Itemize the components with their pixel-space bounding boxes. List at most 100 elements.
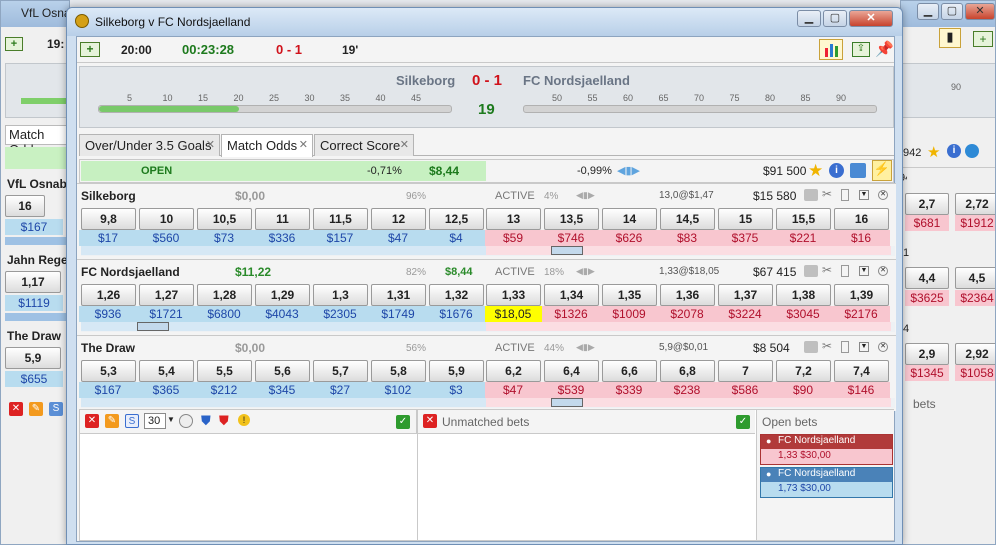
back-odds-cell[interactable]: 10,5 [197, 208, 252, 230]
cancel-all-icon[interactable]: ✕ [85, 414, 99, 428]
back-odds-cell[interactable]: 5,4 [139, 360, 194, 382]
back-odds-cell[interactable]: 1,28 [197, 284, 252, 306]
clock-icon[interactable] [179, 414, 193, 428]
bg-left-odd-cell[interactable]: 5,9 [5, 347, 61, 369]
star-icon[interactable]: ★ [808, 161, 823, 181]
lay-odds-cell[interactable]: 13,5 [544, 208, 599, 230]
open-bet-back[interactable]: ● FC Nordsjaelland 1,73 $30,00 [760, 467, 893, 498]
lay-odds-cell[interactable]: 7 [718, 360, 773, 382]
back-odds-cell[interactable]: 5,3 [81, 360, 136, 382]
chart-icon[interactable]: ▮ [939, 28, 961, 48]
tab-correct-score[interactable]: Correct Score ✕ [314, 134, 414, 156]
back-odds-cell[interactable]: 5,8 [371, 360, 426, 382]
bg-right-odd-cell[interactable]: 2,92 [955, 343, 995, 365]
back-odds-cell[interactable]: 12,5 [429, 208, 484, 230]
collapse-icon[interactable]: ▼ [859, 266, 869, 276]
star-icon[interactable]: ★ [927, 143, 940, 161]
lay-odds-cell[interactable]: 1,34 [544, 284, 599, 306]
back-odds-cell[interactable]: 5,7 [313, 360, 368, 382]
shield-blue-icon[interactable]: ⛊ [201, 413, 211, 429]
bg-right-odd-cell[interactable]: 2,7 [905, 193, 949, 215]
lay-odds-cell[interactable]: 7,2 [776, 360, 831, 382]
tools-icon[interactable]: ✂ [822, 339, 832, 353]
bars-icon[interactable] [841, 265, 849, 277]
close-icon[interactable]: ✕ [9, 402, 23, 416]
lay-odds-cell[interactable]: 15,5 [776, 208, 831, 230]
confirm-icon[interactable]: ✓ [396, 415, 410, 429]
lay-odds-cell[interactable]: 1,35 [602, 284, 657, 306]
lay-odds-cell[interactable]: 6,2 [486, 360, 541, 382]
edit-icon[interactable]: ✎ [29, 402, 43, 416]
back-odds-cell[interactable]: 5,5 [197, 360, 252, 382]
arrows-icon[interactable]: ◀▮▶ [576, 342, 595, 353]
close-runner-icon[interactable]: ✕ [878, 342, 888, 352]
lay-odds-cell[interactable]: 1,33 [486, 284, 541, 306]
add-market-icon[interactable]: + [80, 42, 100, 57]
tab-match-odds[interactable]: Match Odds ✕ [221, 134, 313, 157]
graph-icon[interactable] [804, 341, 818, 353]
lay-odds-cell[interactable]: 13 [486, 208, 541, 230]
tools-icon[interactable]: ✂ [822, 263, 832, 277]
close-button[interactable]: ✕ [965, 3, 995, 20]
close-button[interactable]: ✕ [849, 10, 893, 27]
ladder-marker[interactable] [551, 398, 583, 407]
stake-input[interactable]: 30 [144, 413, 166, 429]
cancel-unmatched-icon[interactable]: ✕ [423, 414, 437, 428]
info-icon[interactable]: i [829, 163, 844, 178]
lightning-icon[interactable]: ⚡ [872, 160, 892, 181]
maximize-button[interactable]: ▢ [941, 3, 963, 20]
close-runner-icon[interactable]: ✕ [878, 190, 888, 200]
lay-odds-cell[interactable]: 16 [834, 208, 889, 230]
back-odds-cell[interactable]: 9,8 [81, 208, 136, 230]
close-tab-icon[interactable]: ✕ [299, 138, 308, 151]
close-tab-icon[interactable]: ✕ [206, 138, 215, 151]
lay-odds-cell[interactable]: 15 [718, 208, 773, 230]
bg-right-odd-cell[interactable]: 4,4 [905, 267, 949, 289]
edit-icon[interactable]: ✎ [105, 414, 119, 428]
arrows-icon[interactable]: ◀▮▶ [576, 190, 595, 201]
minimize-button[interactable]: ▁ [797, 10, 821, 27]
add-icon[interactable]: + [973, 31, 993, 47]
stake-dropdown-icon[interactable]: ▼ [167, 415, 175, 424]
bg-left-odd-cell[interactable]: 16 [5, 195, 45, 217]
lay-odds-cell[interactable]: 6,8 [660, 360, 715, 382]
bg-left-tab[interactable]: Match Odd [5, 125, 69, 157]
back-odds-cell[interactable]: 11,5 [313, 208, 368, 230]
tools-icon[interactable]: ✂ [822, 187, 832, 201]
tab-over-under[interactable]: Over/Under 3.5 Goals ✕ [79, 134, 220, 156]
back-odds-cell[interactable]: 1,32 [429, 284, 484, 306]
graph-icon[interactable] [804, 189, 818, 201]
back-odds-cell[interactable]: 1,26 [81, 284, 136, 306]
arrows-icon[interactable]: ◀▮▶ [576, 266, 595, 277]
close-runner-icon[interactable]: ✕ [878, 266, 888, 276]
maximize-button[interactable]: ▢ [823, 10, 847, 27]
lay-odds-cell[interactable]: 6,6 [602, 360, 657, 382]
back-odds-cell[interactable]: 11 [255, 208, 310, 230]
confirm-icon[interactable]: ✓ [736, 415, 750, 429]
warning-icon[interactable]: ! [238, 414, 250, 426]
globe-icon[interactable] [965, 144, 979, 158]
bg-right-odd-cell[interactable]: 2,9 [905, 343, 949, 365]
s-icon[interactable]: S [49, 402, 63, 416]
pin-icon[interactable]: 📌 [875, 40, 894, 58]
graph-icon[interactable] [850, 163, 866, 178]
lay-odds-cell[interactable]: 1,39 [834, 284, 889, 306]
back-odds-cell[interactable]: 1,3 [313, 284, 368, 306]
minimize-button[interactable]: ▁ [917, 3, 939, 20]
arrows-icon[interactable]: ◀▮▶ [617, 164, 640, 177]
lay-odds-cell[interactable]: 14 [602, 208, 657, 230]
collapse-icon[interactable]: ▼ [859, 342, 869, 352]
bg-left-add-icon[interactable]: + [5, 37, 23, 51]
back-odds-cell[interactable]: 5,9 [429, 360, 484, 382]
chart-icon[interactable] [819, 39, 843, 60]
lay-odds-cell[interactable]: 14,5 [660, 208, 715, 230]
back-odds-cell[interactable]: 5,6 [255, 360, 310, 382]
open-bet-lay[interactable]: ● FC Nordsjaelland 1,33 $30,00 [760, 434, 893, 465]
lay-odds-cell[interactable]: 6,4 [544, 360, 599, 382]
back-odds-cell[interactable]: 1,31 [371, 284, 426, 306]
back-odds-cell[interactable]: 10 [139, 208, 194, 230]
back-odds-cell[interactable]: 1,27 [139, 284, 194, 306]
bg-right-odd-cell[interactable]: 2,72 [955, 193, 995, 215]
lay-odds-cell[interactable]: 1,36 [660, 284, 715, 306]
back-odds-cell[interactable]: 12 [371, 208, 426, 230]
